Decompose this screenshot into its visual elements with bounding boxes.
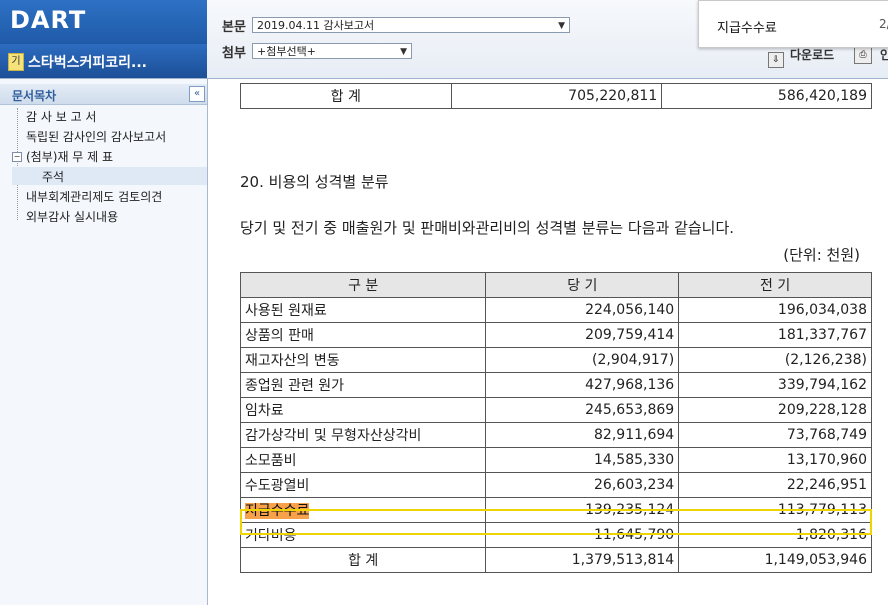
row-current: 14,585,330 [485,447,680,473]
attach-label: 첨부 [222,46,246,61]
table-row-search-match: 지급수수료 139,235,124 113,779,113 [239,497,872,523]
dart-logo[interactable]: DART [10,6,86,34]
row-label: 기타비용 [239,522,487,548]
total-label: 합 계 [240,83,452,109]
row-prior: 181,337,767 [678,322,872,348]
row-prior: 196,034,038 [678,297,872,323]
row-prior: 113,779,113 [678,497,872,523]
row-current: 11,645,790 [485,522,680,548]
download-label: 다운로드 [790,48,835,62]
unit-label: (단위: 천원) [783,246,860,264]
toc-item-internal-control[interactable]: 내부회계관리제도 검토의견 [26,188,162,205]
row-current: 224,056,140 [485,297,680,323]
row-label-cell: 지급수수료 [239,497,487,523]
row-current: 82,911,694 [485,422,680,448]
collapse-sidebar-button[interactable]: « [189,86,205,102]
table-row: 사용된 원재료 224,056,140 196,034,038 [239,297,872,323]
row-label: 종업원 관련 원가 [239,372,487,398]
print-label[interactable]: 인 [880,46,888,63]
table-row: 상품의 판매 209,759,414 181,337,767 [239,322,872,348]
attach-select-value: +첨부선택+ [257,45,316,58]
download-button[interactable]: ⇩ 다운로드 [768,46,834,68]
row-current: 209,759,414 [485,322,680,348]
row-current: (2,904,917) [485,347,680,373]
expense-nature-table: 구 분 당 기 전 기 사용된 원재료 224,056,140 196,034,… [239,272,872,573]
total-label: 합 계 [239,547,487,573]
report-select[interactable]: 2019.04.11 감사보고서 ▼ [252,17,570,33]
total-prior: 586,420,189 [661,83,872,109]
print-icon[interactable]: ⎙ [854,46,872,64]
table-row: 합 계 705,220,811 586,420,189 [240,83,872,109]
section-title: 20. 비용의 성격별 분류 [240,173,389,191]
row-label: 임차료 [239,397,487,423]
toc-item-external-audit[interactable]: 외부감사 실시내용 [26,208,118,225]
table-total-row: 합 계 1,379,513,814 1,149,053,946 [239,547,872,573]
row-current: 26,603,234 [485,472,680,498]
toc-item-financial-statements[interactable]: (첨부)재 무 제 표 [26,148,113,165]
tree-guide-line [17,108,18,220]
row-label: 사용된 원재료 [239,297,487,323]
company-name: 스타벅스커피코리... [28,55,147,71]
logo-area: DART [0,0,207,44]
search-match-highlight: 지급수수료 [245,503,310,519]
chevron-down-icon: ▼ [400,47,407,57]
find-match-count: 2/ [879,17,888,31]
toc-item-notes: 주석 [42,170,65,184]
toc-header: 문서목차 « [0,84,207,105]
table-row: 종업원 관련 원가 427,968,136 339,794,162 [239,372,872,398]
total-current: 705,220,811 [450,83,663,109]
row-prior: 73,768,749 [678,422,872,448]
report-label: 본문 [222,20,246,35]
toc-title: 문서목차 [12,89,57,103]
toc-item-notes-selected[interactable]: 주석 [12,167,207,185]
table-row: 재고자산의 변동 (2,904,917) (2,126,238) [239,347,872,373]
download-icon: ⇩ [768,52,784,68]
table-row: 기타비용 11,645,790 1,820,316 [239,522,872,548]
row-current: 245,653,869 [485,397,680,423]
row-label: 상품의 판매 [239,322,487,348]
row-prior: 209,228,128 [678,397,872,423]
table-header-row: 구 분 당 기 전 기 [239,272,872,298]
find-input[interactable]: 지급수수료 [717,17,777,36]
table-row: 소모품비 14,585,330 13,170,960 [239,447,872,473]
table-row: 임차료 245,653,869 209,228,128 [239,397,872,423]
attach-select[interactable]: +첨부선택+ ▼ [252,43,412,59]
column-header: 구 분 [239,272,487,298]
chevron-down-icon: ▼ [558,21,565,31]
toc-item-audit-report[interactable]: 감 사 보 고 서 [26,108,96,125]
row-prior: 13,170,960 [678,447,872,473]
column-header: 당 기 [485,272,680,298]
report-select-value: 2019.04.11 감사보고서 [257,19,375,32]
row-current: 139,235,124 [485,497,680,523]
row-prior: 22,246,951 [678,472,872,498]
row-prior: 339,794,162 [678,372,872,398]
row-prior: (2,126,238) [678,347,872,373]
prior-table-total: 합 계 705,220,811 586,420,189 [240,83,872,109]
total-current: 1,379,513,814 [485,547,680,573]
row-label: 소모품비 [239,447,487,473]
table-row: 수도광열비 26,603,234 22,246,951 [239,472,872,498]
collapse-tree-icon[interactable]: − [12,152,22,162]
document-viewer[interactable]: 합 계 705,220,811 586,420,189 20. 비용의 성격별 … [208,79,888,605]
find-popup: 지급수수료 2/ [698,0,888,48]
row-prior: 1,820,316 [678,522,872,548]
toc-item-independent-auditor[interactable]: 독립된 감사인의 감사보고서 [26,128,166,145]
company-type-icon: 기 [8,53,24,71]
row-label: 수도광열비 [239,472,487,498]
column-header: 전 기 [678,272,872,298]
row-label: 감가상각비 및 무형자산상각비 [239,422,487,448]
table-row: 감가상각비 및 무형자산상각비 82,911,694 73,768,749 [239,422,872,448]
row-label: 재고자산의 변동 [239,347,487,373]
section-description: 당기 및 전기 중 매출원가 및 판매비와관리비의 성격별 분류는 다음과 같습… [240,219,735,237]
row-current: 427,968,136 [485,372,680,398]
total-prior: 1,149,053,946 [678,547,872,573]
